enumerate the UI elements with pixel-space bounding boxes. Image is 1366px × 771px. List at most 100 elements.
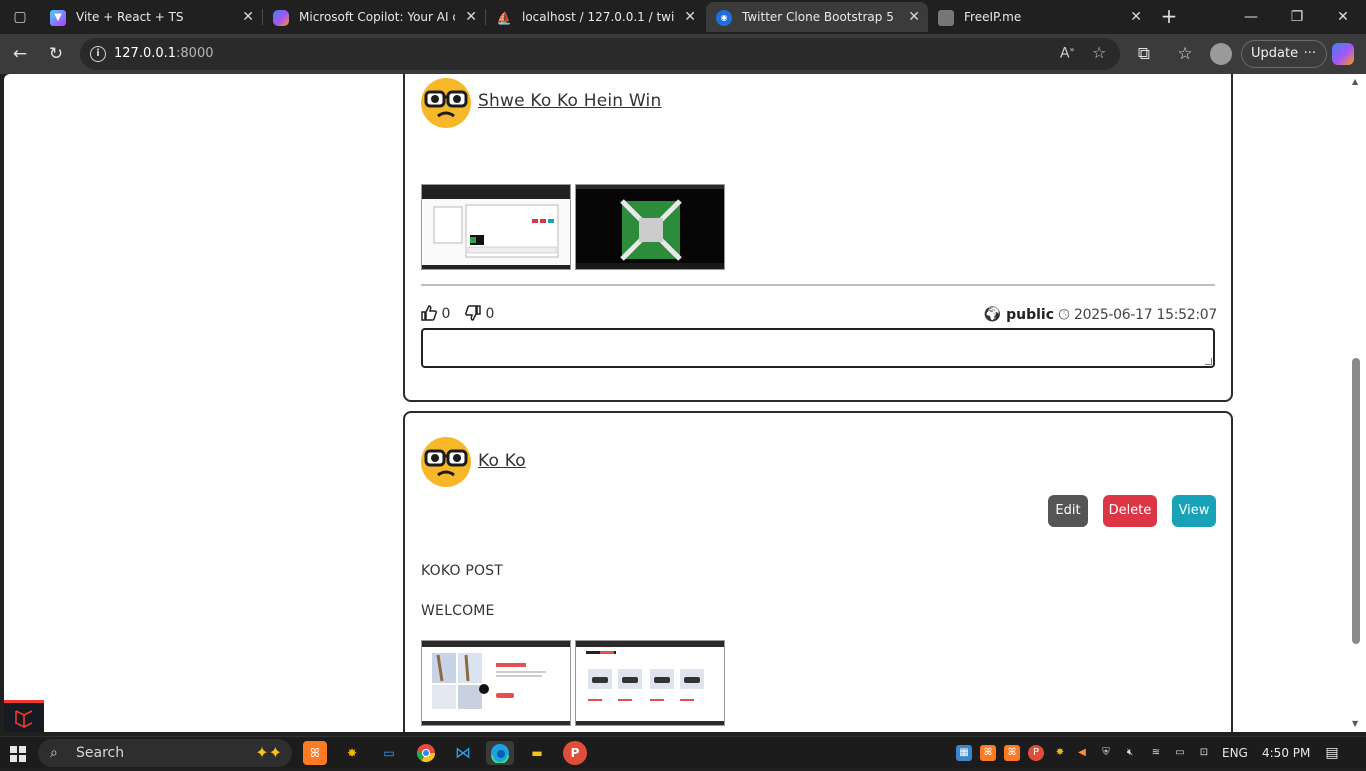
tab-freeip[interactable]: FreeIP.me ✕	[928, 2, 1150, 32]
profile-avatar-icon[interactable]	[1210, 43, 1232, 65]
like-button[interactable]: 0	[421, 304, 450, 324]
display-icon[interactable]: ⊡	[1196, 745, 1212, 761]
nerd-face-icon	[424, 449, 468, 477]
sparkle-icon: ✦✦	[255, 743, 282, 762]
tab-actions-icon[interactable]: ▢	[6, 5, 34, 29]
xampp-icon[interactable]: ꕤ	[303, 741, 327, 765]
back-arrow-icon[interactable]: ←	[6, 40, 34, 68]
mobaxterm-icon[interactable]: ✸	[340, 741, 364, 765]
minimize-button[interactable]: —	[1228, 0, 1274, 34]
author-link[interactable]: Shwe Ko Ko Hein Win	[478, 91, 661, 111]
favorites-icon[interactable]: ☆	[1171, 40, 1199, 68]
page-scrollbar[interactable]: ▲ ▼	[1346, 74, 1366, 732]
tab-title: Microsoft Copilot: Your AI com	[299, 10, 455, 24]
post-image-thumbnail[interactable]	[575, 184, 725, 270]
notification-icon[interactable]: ▤	[1324, 745, 1340, 761]
resize-handle-icon[interactable]	[1205, 358, 1212, 365]
vscode-icon[interactable]: ⋈	[451, 741, 475, 765]
screenshot-image	[422, 185, 570, 269]
view-button[interactable]: View	[1172, 495, 1216, 527]
tab-strip: ▢ ▼ Vite + React + TS ✕ Microsoft Copilo…	[0, 0, 1366, 34]
site-info-icon[interactable]: i	[90, 46, 106, 62]
wifi-icon[interactable]: ≋	[1148, 745, 1164, 761]
dislike-count: 0	[485, 306, 495, 322]
audio-tray-icon[interactable]: ◀	[1074, 745, 1090, 761]
divider	[421, 284, 1215, 286]
close-icon[interactable]: ✕	[465, 2, 477, 32]
read-aloud-icon[interactable]: A»	[1060, 45, 1074, 62]
nerd-face-icon	[424, 90, 468, 118]
author-link[interactable]: Ko Ko	[478, 451, 526, 471]
screenshot-image	[576, 641, 724, 725]
close-icon[interactable]: ✕	[242, 2, 254, 32]
tab-copilot[interactable]: Microsoft Copilot: Your AI com ✕	[263, 2, 485, 32]
file-explorer-icon[interactable]: ▬	[525, 741, 549, 765]
language-indicator[interactable]: ENG	[1222, 737, 1248, 769]
laravel-debugbar-button[interactable]	[4, 700, 44, 732]
scroll-down-icon[interactable]: ▼	[1352, 719, 1358, 728]
post-image-thumbnail[interactable]	[575, 640, 725, 726]
windows-start-icon[interactable]	[10, 746, 26, 762]
close-window-button[interactable]: ✕	[1320, 0, 1366, 34]
post-image-thumbnail[interactable]	[421, 184, 571, 270]
edge-icon[interactable]	[486, 741, 514, 765]
thumbs-up-icon	[421, 305, 437, 321]
postman-tray-icon[interactable]: P	[1028, 745, 1044, 761]
postman-icon[interactable]: P	[563, 741, 587, 765]
tab-title: FreeIP.me	[964, 10, 1022, 24]
url-text[interactable]: 127.0.0.1:8000	[114, 38, 214, 70]
post-meta: 🌍︎ public 🕓︎ 2025-06-17 15:52:07	[982, 304, 1218, 325]
tab-twitter-clone[interactable]: ◉ Twitter Clone Bootstrap 5 Exan ✕	[706, 2, 928, 32]
avatar	[421, 78, 471, 128]
favorite-star-icon[interactable]: ☆	[1092, 43, 1106, 62]
chrome-icon[interactable]	[414, 741, 438, 765]
taskbar-search[interactable]: ⌕ Search ✦✦	[38, 739, 292, 767]
url-port: :8000	[176, 46, 214, 61]
xampp-tray-icon[interactable]: ꕤ	[980, 745, 996, 761]
scroll-up-icon[interactable]: ▲	[1352, 77, 1358, 86]
reload-icon[interactable]: ↻	[42, 40, 70, 68]
remote-desktop-icon[interactable]: ▭	[377, 741, 401, 765]
close-icon[interactable]: ✕	[1130, 2, 1142, 32]
xampp-tray-icon[interactable]: ꕤ	[1004, 745, 1020, 761]
post-image-thumbnail[interactable]	[421, 640, 571, 726]
clock-icon: 🕓︎	[1058, 307, 1070, 323]
new-tab-button[interactable]: +	[1157, 4, 1181, 28]
dislike-button[interactable]: 0	[465, 304, 494, 324]
security-shield-icon[interactable]: ⛨	[1098, 745, 1114, 761]
visibility-label: public	[1006, 307, 1055, 323]
post-text-line: WELCOME	[421, 603, 495, 619]
globe-icon: 🌍︎	[982, 305, 1002, 323]
update-button[interactable]: Update ···	[1241, 40, 1327, 68]
screenshot-image	[576, 185, 724, 269]
extensions-icon[interactable]: ⧉	[1130, 40, 1158, 68]
url-host: 127.0.0.1	[114, 46, 177, 61]
edge-logo	[491, 744, 509, 764]
edit-button[interactable]: Edit	[1048, 495, 1088, 527]
mobaxterm-tray-icon[interactable]: ✸	[1052, 745, 1068, 761]
scrollbar-thumb[interactable]	[1352, 358, 1360, 644]
close-icon[interactable]: ✕	[908, 2, 920, 32]
tab-vite[interactable]: ▼ Vite + React + TS ✕	[40, 2, 262, 32]
browser-toolbar: ← ↻ i 127.0.0.1:8000 A» ☆ ⧉ ☆ Update ···	[0, 34, 1366, 74]
bootstrap-icon: ◉	[716, 10, 732, 26]
phpmyadmin-icon: ⛵	[496, 11, 512, 25]
tray-app-icon[interactable]: ▦	[956, 745, 972, 761]
laravel-icon	[15, 710, 33, 728]
tab-phpmyadmin[interactable]: ⛵ localhost / 127.0.0.1 / twitter_c ✕	[486, 2, 704, 32]
battery-icon[interactable]: ▭	[1172, 745, 1188, 761]
copilot-icon	[273, 10, 289, 26]
restore-button[interactable]: ❐	[1274, 0, 1320, 34]
more-icon: ···	[1303, 46, 1316, 61]
delete-button[interactable]: Delete	[1103, 495, 1157, 527]
post-text-line: KOKO POST	[421, 563, 504, 579]
copilot-sidebar-icon[interactable]	[1332, 43, 1354, 65]
chrome-logo	[416, 744, 435, 763]
comment-input[interactable]	[421, 328, 1215, 368]
clock[interactable]: 4:50 PM	[1262, 737, 1310, 769]
volume-muted-icon[interactable]: 🔇︎	[1122, 745, 1138, 761]
address-bar[interactable]: i 127.0.0.1:8000 A» ☆	[80, 38, 1120, 70]
close-icon[interactable]: ✕	[684, 2, 696, 32]
tab-title: Vite + React + TS	[76, 10, 184, 24]
post-timestamp: 2025-06-17 15:52:07	[1074, 307, 1217, 323]
